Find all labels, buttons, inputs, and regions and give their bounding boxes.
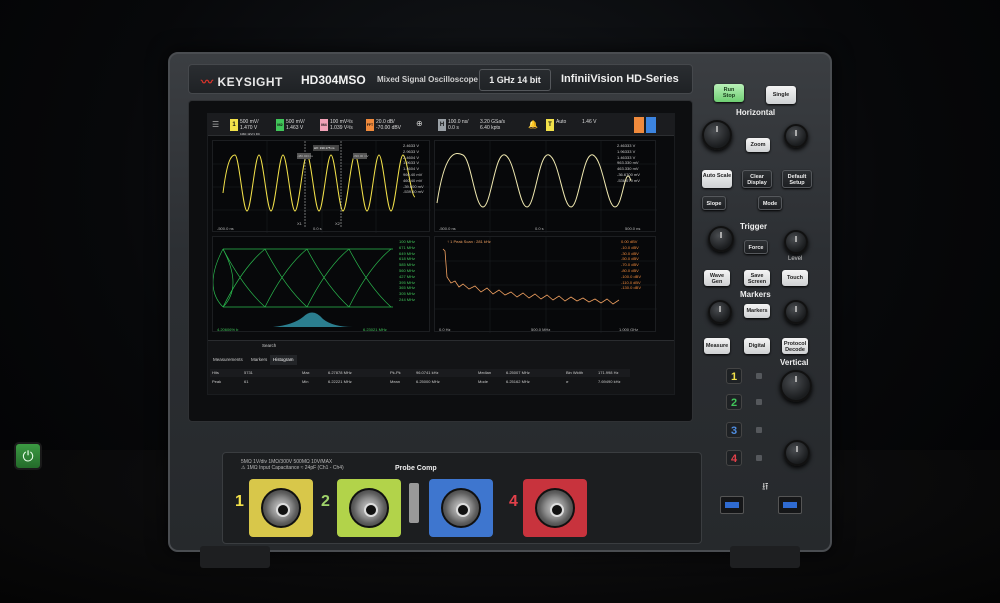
power-icon: ⏻ bbox=[22, 448, 34, 464]
channel-m2-chip[interactable]: M2 500 mV/ 1.463 V bbox=[274, 117, 314, 133]
bnc-connector-icon bbox=[349, 488, 389, 528]
waveform-pane-time[interactable]: ΔX: 190.175 ns -480.023 ns -390.00 mV X1… bbox=[212, 140, 431, 233]
display-screen[interactable]: ☰ 1 500 mV/ 1.470 V 1MΩ 1kV/1 DC M2 500 … bbox=[207, 113, 675, 395]
histogram-pane[interactable]: 100 MHz 671 MHz 649 MHz 618 MHz 585 MHz 560 M… bbox=[212, 236, 430, 332]
tab-measurements[interactable]: Measurements bbox=[210, 355, 246, 365]
pane1-vertical-scale: 2.4633 V 2.9633 V 2.4604 V 1.9633 V 1.4604 V… bbox=[403, 143, 424, 195]
markers-knob-right[interactable] bbox=[784, 300, 808, 324]
default-setup-button[interactable]: Default Setup bbox=[782, 170, 812, 188]
search-label[interactable]: Search bbox=[262, 343, 276, 348]
force-button[interactable]: Force bbox=[744, 240, 768, 254]
measure-button[interactable]: Measure bbox=[704, 338, 730, 354]
channel-m4-chip[interactable]: M4 100 mV²/s 1.039 V²/s bbox=[318, 117, 360, 133]
add-icon[interactable]: ⊕ bbox=[416, 119, 423, 128]
vertical-label: Vertical bbox=[780, 358, 809, 367]
pane4-scale: 0.00 dBV -10.0 dBV -30.0 dBV -50.0 dBV -70.0… bbox=[621, 239, 642, 291]
markers-label: Markers bbox=[740, 290, 771, 299]
protocol-decode-button[interactable]: Protocol Decode bbox=[782, 338, 808, 354]
channel-3-input[interactable] bbox=[429, 479, 493, 537]
brand-logo: 〰 KEYSIGHT bbox=[201, 75, 283, 89]
blue-tab[interactable] bbox=[646, 117, 656, 133]
channel-fft-chip[interactable]: FFT 20.0 dB/ -70.00 dBV bbox=[364, 117, 406, 133]
bnc-connector-icon bbox=[441, 488, 481, 528]
probe-comp-terminal[interactable] bbox=[409, 483, 419, 523]
channel-3-button[interactable]: 3 bbox=[726, 422, 742, 438]
trigger-label: Trigger bbox=[740, 222, 768, 231]
save-screen-button[interactable]: Save Screen bbox=[744, 270, 770, 286]
channel-2-input[interactable] bbox=[337, 479, 401, 537]
level-label: Level bbox=[788, 256, 803, 262]
zoom-button[interactable]: Zoom bbox=[746, 138, 770, 152]
vertical-position-knob[interactable] bbox=[784, 440, 810, 466]
bnc-connector-icon bbox=[535, 488, 575, 528]
usb-port-right[interactable] bbox=[778, 496, 802, 514]
model-name: HD304MSO bbox=[301, 73, 366, 87]
orange-tab[interactable] bbox=[634, 117, 644, 133]
vertical-scale-knob[interactable] bbox=[780, 370, 812, 402]
table-row: Hits 5731 Max 6.27878 MHz Pk-Pk 96.0741 kHz… bbox=[210, 369, 630, 377]
fft-pane[interactable]: ↑ 1 Peak Scan : 281 kHz 0.00 dBV -10.0 dB… bbox=[434, 236, 657, 333]
alert-icon[interactable]: 🔔 bbox=[528, 120, 538, 129]
horizontal-scale-knob[interactable] bbox=[702, 120, 732, 150]
marker-x2[interactable]: X2 bbox=[335, 221, 340, 226]
left-foot bbox=[200, 546, 270, 568]
model-description: Mixed Signal Oscilloscope bbox=[377, 75, 478, 84]
channel-4-input[interactable] bbox=[523, 479, 587, 537]
spec-badge: 1 GHz 14 bit bbox=[479, 69, 551, 91]
control-panel: Run Stop Single Horizontal Zoom Auto Sca… bbox=[700, 64, 826, 554]
tab-markers[interactable]: Markers bbox=[248, 355, 270, 365]
digital-button[interactable]: Digital bbox=[744, 338, 770, 354]
keysight-wave-icon: 〰 bbox=[201, 75, 214, 89]
usb-port-left[interactable] bbox=[720, 496, 744, 514]
marker-x1[interactable]: X1 bbox=[297, 221, 302, 226]
oscilloscope: 〰 KEYSIGHT HD304MSO Mixed Signal Oscillos… bbox=[168, 52, 832, 568]
channel-4-button[interactable]: 4 bbox=[726, 450, 742, 466]
tab-histogram[interactable]: Histogram bbox=[270, 355, 297, 365]
wave-gen-button[interactable]: Wave Gen bbox=[704, 270, 730, 286]
status-bar: ☰ 1 500 mV/ 1.470 V 1MΩ 1kV/1 DC M2 500 … bbox=[208, 114, 674, 136]
run-stop-button[interactable]: Run Stop bbox=[714, 84, 744, 102]
markers-knob-left[interactable] bbox=[708, 300, 732, 324]
channel-4-led bbox=[756, 455, 762, 461]
single-button[interactable]: Single bbox=[766, 86, 796, 104]
channel-2-led bbox=[756, 399, 762, 405]
trigger-knob[interactable] bbox=[708, 226, 734, 252]
pane3-scale: 100 MHz 671 MHz 649 MHz 618 MHz 585 MHz 560 M… bbox=[399, 239, 416, 302]
series-name: InfiniiVision HD-Series bbox=[561, 73, 679, 85]
channel-2-button[interactable]: 2 bbox=[726, 394, 742, 410]
touch-button[interactable]: Touch bbox=[782, 270, 808, 286]
markers-button[interactable]: Markers bbox=[744, 304, 770, 318]
channel-1-chip[interactable]: 1 500 mV/ 1.470 V 1MΩ 1kV/1 DC bbox=[228, 117, 268, 136]
measurement-panel: Search Measurements Markers Histogram Hi… bbox=[208, 340, 674, 394]
channel-3-led bbox=[756, 427, 762, 433]
input-panel: 5MΩ 1V/div 1MΩ/300V 500MΩ 10V/MAX ⚠ 1MΩ … bbox=[222, 452, 702, 544]
trigger-level-knob[interactable] bbox=[784, 230, 808, 254]
horizontal-label: Horizontal bbox=[736, 108, 776, 117]
input-specs: 5MΩ 1V/div 1MΩ/300V 500MΩ 10V/MAX ⚠ 1MΩ … bbox=[241, 459, 344, 471]
channel-1-input[interactable] bbox=[249, 479, 313, 537]
brand-bar: 〰 KEYSIGHT HD304MSO Mixed Signal Oscillos… bbox=[188, 64, 693, 94]
horizontal-position-knob[interactable] bbox=[784, 124, 808, 148]
power-button[interactable]: ⏻ bbox=[14, 442, 42, 470]
trigger-chip[interactable]: T Auto 1.46 V bbox=[544, 117, 604, 133]
channel-1-led bbox=[756, 373, 762, 379]
acquisition-chip[interactable]: 3.20 GSa/s 6.40 kpts bbox=[478, 117, 522, 133]
clear-display-button[interactable]: Clear Display bbox=[742, 170, 772, 188]
waveform-pane-zoom[interactable]: 2.46333 V 1.96333 V 1.46333 V 963.330 mV 463… bbox=[434, 140, 657, 233]
mode-button[interactable]: Mode bbox=[758, 196, 782, 210]
menu-icon[interactable]: ☰ bbox=[212, 120, 219, 129]
auto-scale-button[interactable]: Auto Scale bbox=[702, 170, 732, 188]
table-row: Peak 61 Min 6.22221 MHz Mean 6.25000 MHz Mo… bbox=[212, 379, 621, 384]
channel-1-button[interactable]: 1 bbox=[726, 368, 742, 384]
usb-icon: ⭿ bbox=[762, 482, 769, 493]
display-bezel: ☰ 1 500 mV/ 1.470 V 1MΩ 1kV/1 DC M2 500 … bbox=[188, 100, 693, 422]
slope-button[interactable]: Slope bbox=[702, 196, 726, 210]
pane2-vertical-scale: 2.46333 V 1.96333 V 1.46333 V 963.330 mV 463… bbox=[617, 143, 640, 183]
probe-comp-label: Probe Comp bbox=[395, 465, 437, 472]
horizontal-chip[interactable]: H 100.0 ns/ 0.0 s bbox=[436, 117, 476, 133]
bnc-connector-icon bbox=[261, 488, 301, 528]
